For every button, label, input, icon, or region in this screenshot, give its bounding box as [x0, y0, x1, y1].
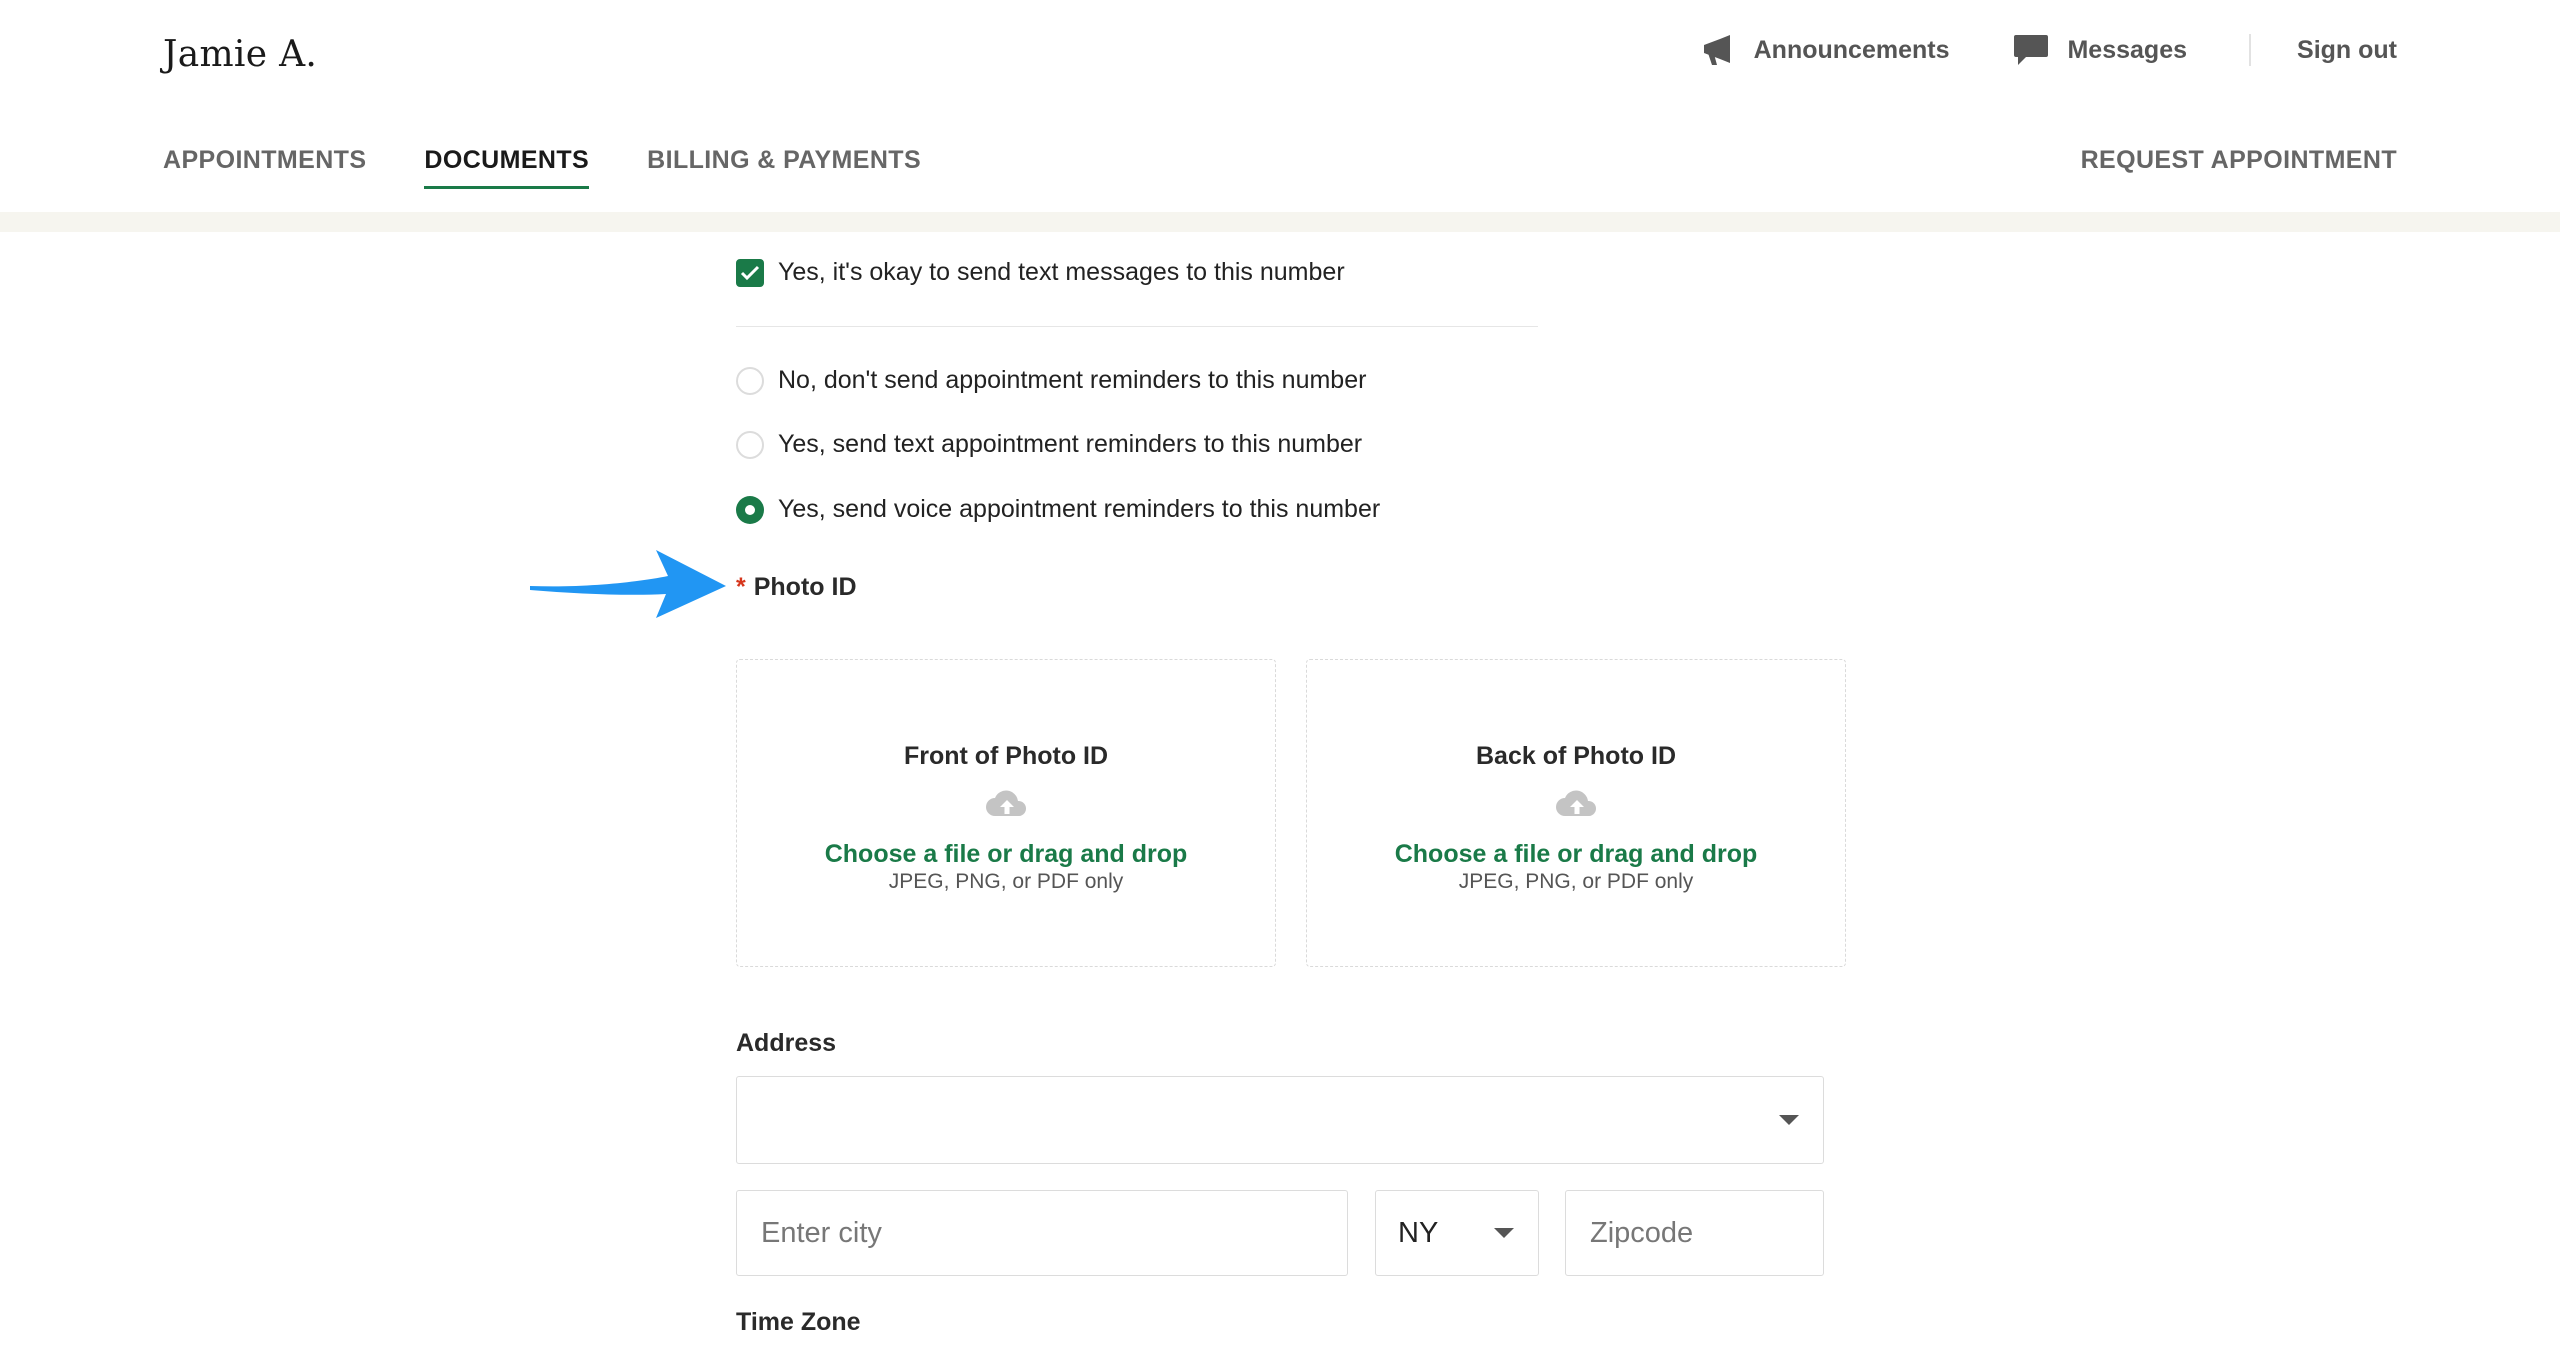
section-divider [736, 326, 1538, 327]
user-name: Jamie A. [163, 34, 318, 75]
dropzone-title: Back of Photo ID [1475, 742, 1676, 770]
text-ok-checkbox[interactable] [736, 258, 764, 287]
text-ok-label: Yes, it's okay to send text messages to … [778, 258, 1345, 286]
sign-out-link[interactable]: Sign out [2297, 36, 2397, 65]
reminder-option-label: No, don't send appointment reminders to … [778, 366, 1367, 394]
address-label: Address [736, 1029, 837, 1057]
reminder-option-voice[interactable]: Yes, send voice appointment reminders to… [736, 495, 1380, 524]
city-input[interactable] [759, 1215, 1347, 1251]
megaphone-icon [1698, 30, 1738, 70]
zipcode-field[interactable] [1565, 1190, 1824, 1276]
state-value: NY [1398, 1216, 1439, 1249]
reminder-option-label: Yes, send voice appointment reminders to… [778, 495, 1381, 523]
tab-documents[interactable]: DOCUMENTS [424, 146, 589, 189]
photo-id-label-text: Photo ID [753, 573, 857, 601]
tab-billing-payments[interactable]: BILLING & PAYMENTS [647, 146, 921, 189]
chat-bubble-icon [2011, 30, 2051, 70]
chevron-down-icon [1494, 1228, 1514, 1238]
reminder-option-text[interactable]: Yes, send text appointment reminders to … [736, 430, 1362, 459]
photo-id-label: * Photo ID [736, 573, 857, 602]
required-marker: * [736, 573, 746, 601]
city-field[interactable] [736, 1190, 1348, 1276]
reminder-option-none[interactable]: No, don't send appointment reminders to … [736, 366, 1366, 395]
main-nav: APPOINTMENTS DOCUMENTS BILLING & PAYMENT… [0, 111, 2560, 212]
time-zone-label: Time Zone [736, 1308, 861, 1336]
zipcode-input[interactable] [1588, 1215, 1823, 1251]
cloud-upload-icon [986, 790, 1027, 816]
cloud-upload-icon [1556, 790, 1597, 816]
request-appointment-link[interactable]: REQUEST APPOINTMENT [2081, 146, 2397, 175]
dropzone-title: Front of Photo ID [903, 742, 1109, 770]
choose-file-link[interactable]: Choose a file or drag and drop [737, 840, 1275, 869]
text-ok-checkbox-row[interactable]: Yes, it's okay to send text messages to … [736, 258, 1345, 287]
chevron-down-icon [1779, 1115, 1799, 1125]
reminder-option-label: Yes, send text appointment reminders to … [778, 430, 1363, 458]
messages-label: Messages [2067, 35, 2188, 64]
front-photo-id-dropzone[interactable]: Front of Photo ID Choose a file or drag … [736, 659, 1276, 967]
choose-file-link[interactable]: Choose a file or drag and drop [1307, 840, 1845, 869]
header-divider [2249, 34, 2252, 66]
announcements-link[interactable]: Announcements [1698, 30, 1950, 70]
messages-link[interactable]: Messages [2011, 30, 2187, 70]
header-actions: Announcements Messages Sign out [1636, 30, 2397, 70]
checkmark-icon [740, 265, 760, 280]
tab-appointments[interactable]: APPOINTMENTS [163, 146, 366, 189]
file-type-hint: JPEG, PNG, or PDF only [1458, 870, 1694, 893]
content-top-band [0, 212, 2560, 232]
reminder-radio-text[interactable] [736, 430, 764, 459]
top-header: Jamie A. Announcements Messages Sign out [0, 0, 2560, 112]
back-photo-id-dropzone[interactable]: Back of Photo ID Choose a file or drag a… [1306, 659, 1846, 967]
nav-tabs: APPOINTMENTS DOCUMENTS BILLING & PAYMENT… [163, 146, 921, 189]
state-select[interactable]: NY [1375, 1190, 1539, 1276]
annotation-arrow-icon [530, 550, 726, 618]
reminder-radio-none[interactable] [736, 366, 764, 395]
reminder-radio-voice[interactable] [736, 495, 764, 524]
file-type-hint: JPEG, PNG, or PDF only [888, 870, 1124, 893]
street-address-select[interactable] [736, 1076, 1824, 1164]
announcements-label: Announcements [1753, 35, 1950, 64]
